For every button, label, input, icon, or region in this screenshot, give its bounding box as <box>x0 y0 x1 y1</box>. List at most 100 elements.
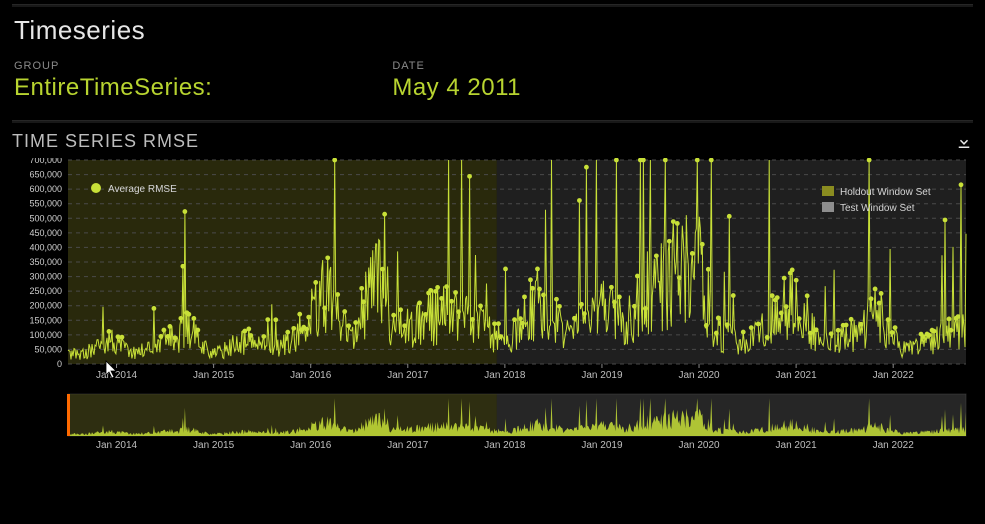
rmse-point <box>165 334 170 339</box>
y-tick-label: 500,000 <box>29 213 62 223</box>
rmse-point <box>380 267 385 272</box>
rmse-point <box>107 329 112 334</box>
rmse-point <box>449 299 454 304</box>
rmse-point <box>382 212 387 217</box>
rmse-point <box>725 322 730 327</box>
rmse-point <box>359 286 364 291</box>
divider-mid <box>12 120 973 123</box>
rmse-point <box>779 311 784 316</box>
rmse-point <box>417 300 422 305</box>
rmse-point <box>467 174 472 179</box>
y-tick-label: 600,000 <box>29 184 62 194</box>
rmse-point <box>756 322 761 327</box>
rmse-point <box>814 327 819 332</box>
rmse-point <box>178 316 183 321</box>
rmse-point <box>654 253 659 258</box>
legend-holdout-swatch <box>822 186 834 196</box>
y-tick-label: 100,000 <box>29 330 62 340</box>
legend-series-label: Average RMSE <box>108 184 177 195</box>
rmse-point <box>246 327 251 332</box>
rmse-point <box>342 309 347 314</box>
rmse-point <box>927 333 932 338</box>
rmse-point <box>775 295 780 300</box>
rmse-point <box>402 323 407 328</box>
rmse-chart[interactable]: 050,000100,000150,000200,000250,000300,0… <box>12 158 972 388</box>
rmse-point <box>444 284 449 289</box>
legend-series-swatch <box>91 183 101 193</box>
y-tick-label: 700,000 <box>29 158 62 165</box>
rmse-point <box>158 334 163 339</box>
rmse-point <box>784 304 789 309</box>
rmse-point <box>714 331 719 336</box>
rmse-point <box>690 251 695 256</box>
rmse-point <box>285 330 290 335</box>
rmse-point <box>579 302 584 307</box>
legend-test-label: Test Window Set <box>840 203 915 214</box>
rmse-point <box>518 316 523 321</box>
rmse-point <box>265 317 270 322</box>
rmse-point <box>498 334 503 339</box>
rmse-point <box>120 335 125 340</box>
x-tick-label: Jan 2021 <box>776 370 818 381</box>
rmse-point <box>541 293 546 298</box>
rmse-point <box>782 276 787 281</box>
y-tick-label: 150,000 <box>29 315 62 325</box>
rmse-point <box>186 312 191 317</box>
rmse-point <box>667 239 672 244</box>
x-tick-label: Jan 2016 <box>290 370 332 381</box>
rmse-point <box>273 317 278 322</box>
rmse-point <box>959 182 964 187</box>
y-tick-label: 300,000 <box>29 272 62 282</box>
rmse-point <box>306 315 311 320</box>
rmse-point <box>577 198 582 203</box>
rmse-point <box>805 293 810 298</box>
rmse-point <box>765 335 770 340</box>
download-icon[interactable] <box>955 133 973 151</box>
overview-x-tick-label: Jan 2019 <box>581 440 623 451</box>
rmse-point <box>731 293 736 298</box>
rmse-point <box>161 328 166 333</box>
rmse-point <box>304 327 309 332</box>
y-tick-label: 550,000 <box>29 199 62 209</box>
rmse-point <box>704 323 709 328</box>
rmse-point <box>322 306 327 311</box>
overview-chart[interactable]: Jan 2014Jan 2015Jan 2016Jan 2017Jan 2018… <box>12 392 972 452</box>
rmse-point <box>609 285 614 290</box>
rmse-point <box>530 286 535 291</box>
rmse-point <box>741 330 746 335</box>
rmse-point <box>261 334 266 339</box>
rmse-point <box>167 324 172 329</box>
rmse-point <box>191 316 196 321</box>
rmse-point <box>496 321 501 326</box>
rmse-point <box>836 328 841 333</box>
y-tick-label: 650,000 <box>29 170 62 180</box>
x-tick-label: Jan 2018 <box>484 370 526 381</box>
rmse-point <box>706 267 711 272</box>
rmse-point <box>453 290 458 295</box>
section-header: TIME SERIES RMSE <box>12 131 973 152</box>
rmse-point <box>727 214 732 219</box>
info-row: GROUP EntireTimeSeries: DATE May 4 2011 <box>14 60 973 102</box>
x-tick-label: Jan 2015 <box>193 370 235 381</box>
rmse-point <box>391 313 396 318</box>
rmse-point <box>520 321 525 326</box>
rmse-point <box>873 287 878 292</box>
date-block: DATE May 4 2011 <box>392 60 521 102</box>
rmse-point <box>632 304 637 309</box>
overview-x-tick-label: Jan 2020 <box>678 440 720 451</box>
rmse-point <box>572 316 577 321</box>
rmse-point <box>829 331 834 336</box>
brush-handle-left[interactable] <box>67 394 70 436</box>
group-value: EntireTimeSeries: <box>14 74 212 102</box>
rmse-point <box>790 268 795 273</box>
rmse-point <box>439 296 444 301</box>
rmse-point <box>749 325 754 330</box>
overview-x-tick-label: Jan 2017 <box>387 440 429 451</box>
rmse-point <box>456 309 461 314</box>
rmse-point <box>554 297 559 302</box>
y-tick-label: 200,000 <box>29 301 62 311</box>
rmse-point <box>797 316 802 321</box>
rmse-point <box>291 326 296 331</box>
rmse-point <box>537 287 542 292</box>
rmse-point <box>361 299 366 304</box>
